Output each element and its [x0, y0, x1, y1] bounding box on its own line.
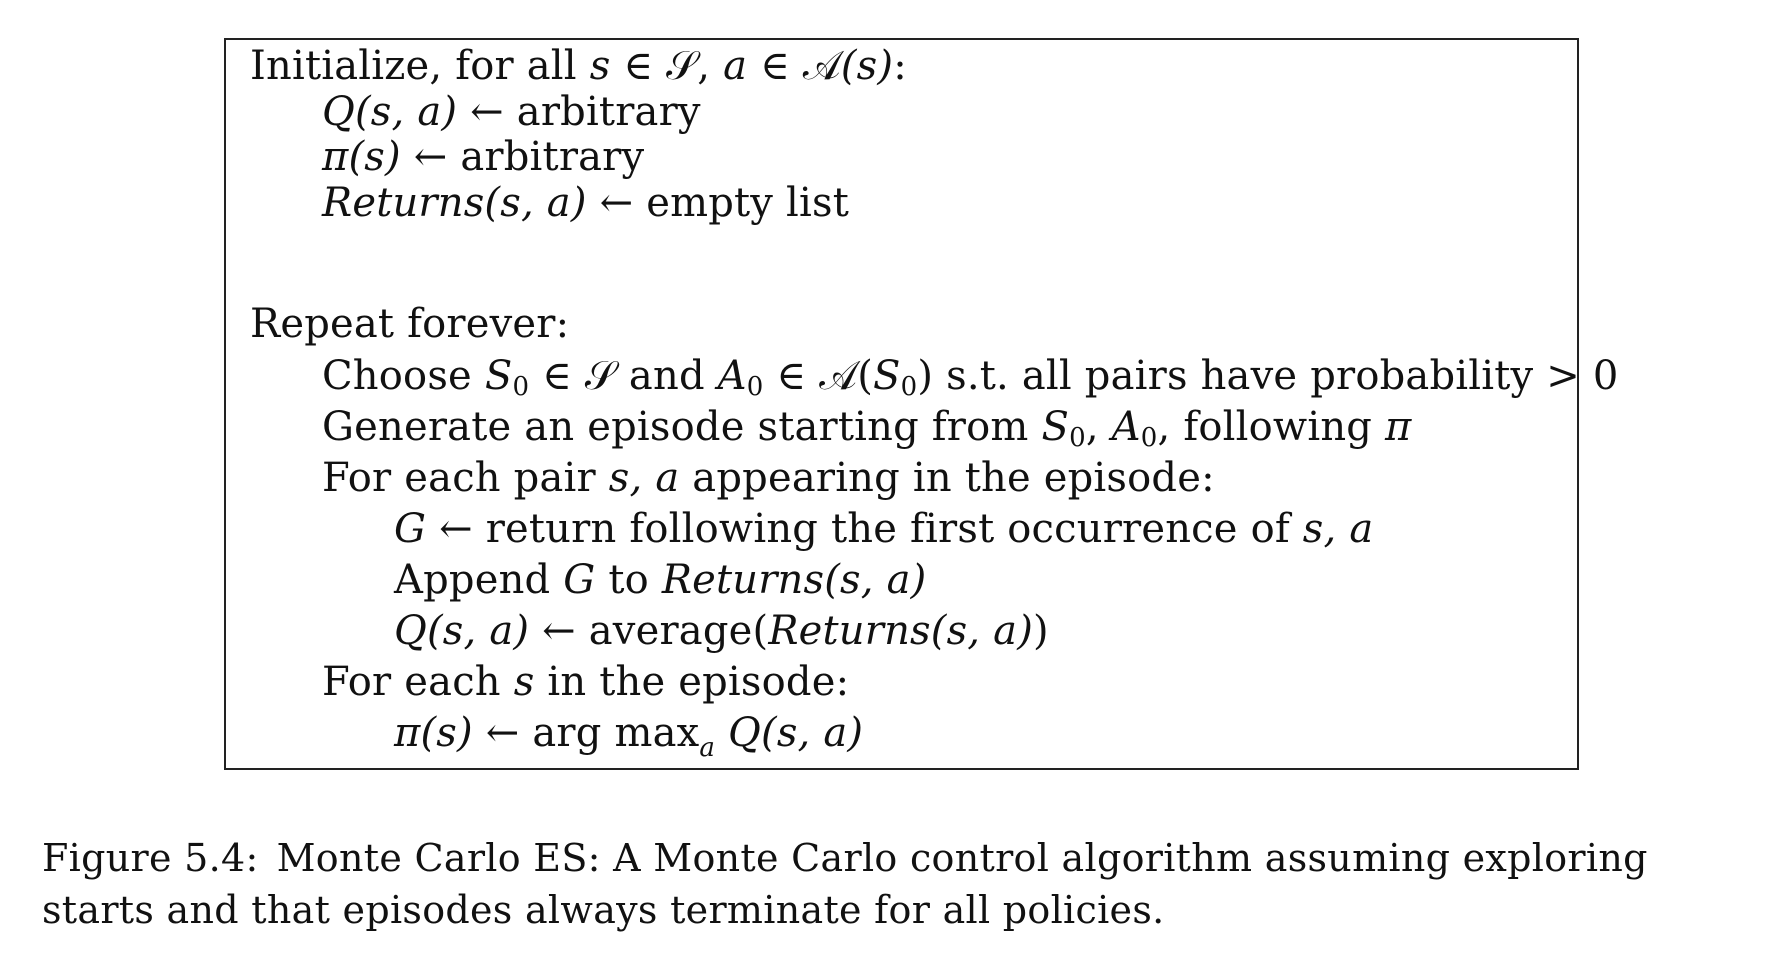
- var-S0: S: [873, 353, 901, 399]
- var-S0: S: [1041, 404, 1070, 450]
- for-pair-post: appearing in the episode:: [679, 455, 1215, 501]
- g-line: G ← return following the first occurrenc…: [394, 507, 1373, 551]
- generate-mid: , following: [1157, 404, 1386, 450]
- argmax-op: ← arg max: [472, 710, 700, 756]
- caption-label: Figure 5.4:: [42, 836, 259, 880]
- q-lhs: Q(s, a): [322, 89, 458, 135]
- pi-rhs: arbitrary: [460, 134, 645, 180]
- assign-arrow: ←: [400, 134, 461, 180]
- var-a: a: [723, 43, 748, 89]
- returns-init-line: Returns(s, a) ← empty list: [322, 181, 849, 225]
- colon: :: [893, 43, 907, 89]
- average-line: Q(s, a) ← average(Returns(s, a)): [394, 609, 1049, 653]
- for-pair-line: For each pair s, a appearing in the epis…: [322, 456, 1215, 500]
- sub-0: 0: [512, 372, 530, 402]
- comma: ,: [697, 43, 724, 89]
- choose-in2: ∈ 𝒜(: [763, 353, 874, 399]
- q-rhs: arbitrary: [516, 89, 701, 135]
- action-set-args: (s): [840, 43, 894, 89]
- q-init-line: Q(s, a) ← arbitrary: [322, 90, 701, 134]
- in-symbol-2: ∈: [747, 43, 803, 89]
- argmax-sub: a: [699, 733, 716, 763]
- choose-in: ∈ 𝒮 and: [529, 353, 718, 399]
- sub-0: 0: [1069, 423, 1086, 453]
- in-symbol: ∈: [610, 43, 667, 89]
- var-A0: A: [1111, 404, 1141, 450]
- state-set: 𝒮: [666, 43, 698, 89]
- var-pi: π: [1385, 404, 1412, 450]
- action-set: 𝒜: [802, 43, 841, 89]
- init-line: Initialize, for all s ∈ 𝒮, a ∈ 𝒜(s):: [250, 44, 907, 88]
- append-mid: to: [595, 557, 662, 603]
- init-text: Initialize, for all: [250, 43, 590, 89]
- argmax-line: π(s) ← arg maxa Q(s, a): [394, 710, 864, 761]
- var-sa: s, a: [608, 455, 680, 501]
- returns-lhs: Returns(s, a): [322, 180, 587, 226]
- average-mid: ← average(: [529, 608, 769, 654]
- sub-0: 0: [746, 372, 764, 402]
- var-sa: s, a: [1302, 506, 1374, 552]
- assign-arrow: ←: [586, 180, 647, 226]
- sub-0: 0: [1140, 423, 1158, 453]
- returns-ref: Returns(s, a): [661, 557, 927, 603]
- q-lhs: Q(s, a): [394, 608, 530, 654]
- pi-lhs: π(s): [322, 134, 401, 180]
- q-rhs: Q(s, a): [715, 710, 864, 756]
- figure-caption: Figure 5.4: Monte Carlo ES: A Monte Carlo…: [42, 832, 1762, 936]
- assign-arrow: ←: [457, 89, 517, 135]
- sub-0: 0: [900, 372, 918, 402]
- for-s-line: For each s in the episode:: [322, 660, 849, 704]
- repeat-text: Repeat forever:: [250, 301, 570, 347]
- generate-pre: Generate an episode starting from: [322, 404, 1042, 450]
- comma: ,: [1085, 404, 1112, 450]
- caption-text: Monte Carlo ES: A Monte Carlo control al…: [42, 836, 1648, 932]
- returns-rhs: empty list: [646, 180, 849, 226]
- for-pair-pre: For each pair: [322, 455, 609, 501]
- choose-line: Choose S0 ∈ 𝒮 and A0 ∈ 𝒜(S0) s.t. all pa…: [322, 353, 1619, 400]
- for-s-post: in the episode:: [534, 659, 850, 705]
- g-mid: ← return following the first occurrence …: [426, 506, 1303, 552]
- append-line: Append G to Returns(s, a): [394, 558, 926, 602]
- var-G: G: [394, 506, 427, 552]
- var-s: s: [589, 43, 611, 89]
- returns-ref: Returns(s, a): [768, 608, 1033, 654]
- var-S0: S: [484, 353, 513, 399]
- pi-lhs: π(s): [394, 710, 473, 756]
- pi-init-line: π(s) ← arbitrary: [322, 135, 644, 179]
- var-G: G: [563, 557, 596, 603]
- repeat-line: Repeat forever:: [250, 302, 569, 346]
- choose-post: ) s.t. all pairs have probability > 0: [917, 353, 1619, 399]
- close-paren: ): [1033, 608, 1049, 654]
- append-pre: Append: [394, 557, 564, 603]
- var-A0: A: [717, 353, 747, 399]
- choose-pre: Choose: [322, 353, 485, 399]
- var-s: s: [513, 659, 535, 705]
- generate-line: Generate an episode starting from S0, A0…: [322, 404, 1412, 451]
- for-s-pre: For each: [322, 659, 514, 705]
